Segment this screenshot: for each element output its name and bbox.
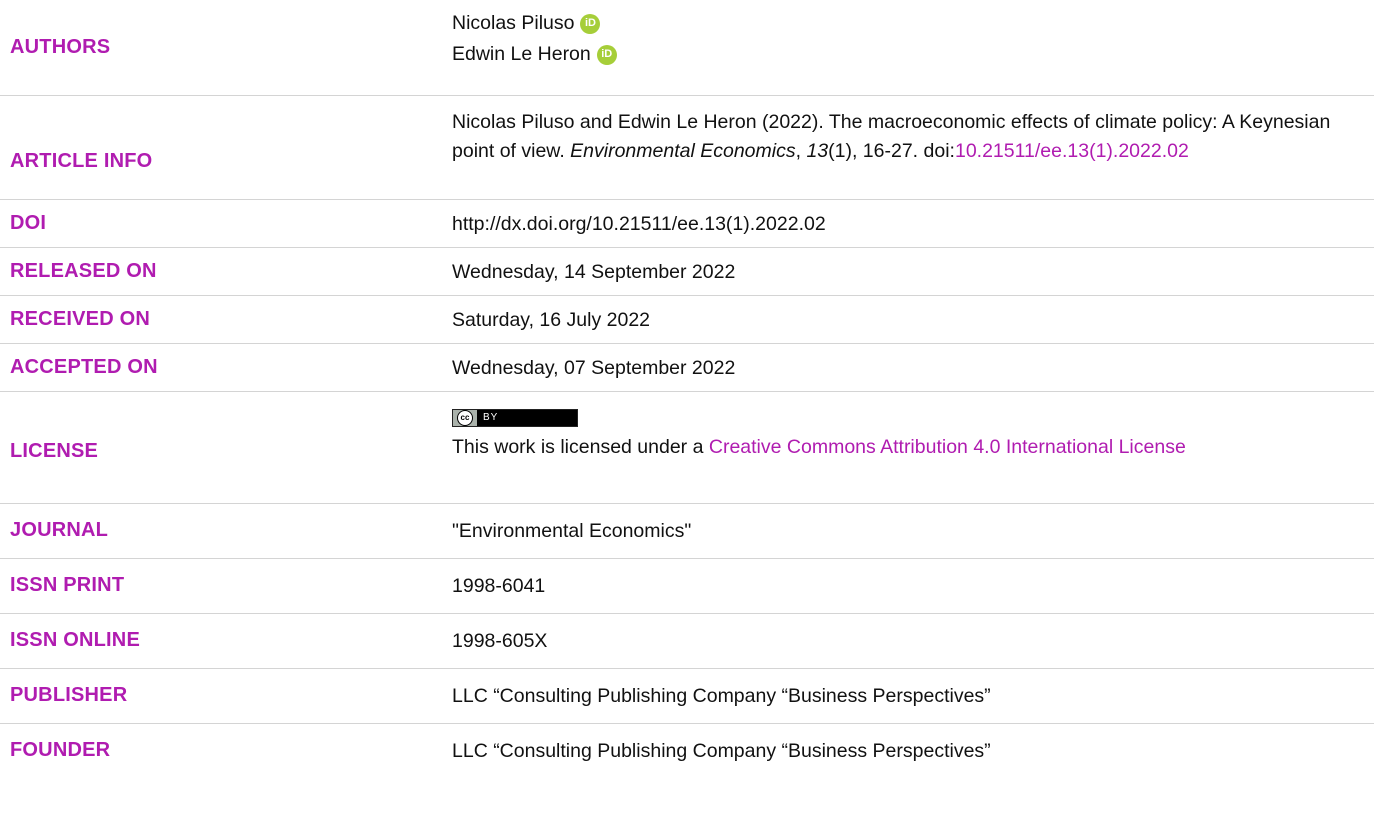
row-label-doi: DOI	[10, 212, 47, 234]
orcid-icon[interactable]: iD	[580, 13, 601, 34]
author-item: Edwin Le Heron iD	[452, 39, 1354, 70]
row-article-info: ARTICLE INFO Nicolas Piluso and Edwin Le…	[0, 96, 1374, 200]
issn-online-value: 1998-605X	[452, 630, 548, 652]
row-issn-print: ISSN PRINT 1998-6041	[0, 559, 1374, 614]
row-label-publisher: PUBLISHER	[10, 684, 128, 706]
doi-value[interactable]: http://dx.doi.org/10.21511/ee.13(1).2022…	[452, 210, 1354, 239]
received-on-value: Saturday, 16 July 2022	[452, 309, 651, 331]
license-info: cc BY This work is licensed under a Crea…	[452, 400, 1354, 462]
publisher-value: LLC “Consulting Publishing Company “Busi…	[452, 685, 991, 707]
row-label-issn-online: ISSN ONLINE	[10, 629, 140, 651]
row-label-issn-print: ISSN PRINT	[10, 574, 125, 596]
license-text-prefix: This work is licensed under a	[452, 436, 709, 458]
row-received-on: RECEIVED ON Saturday, 16 July 2022	[0, 296, 1374, 344]
released-on-value: Wednesday, 14 September 2022	[452, 261, 736, 283]
row-label-received-on: RECEIVED ON	[10, 308, 151, 330]
row-label-released-on: RELEASED ON	[10, 260, 157, 282]
cc-badge-by-label: BY	[483, 412, 499, 423]
author-name[interactable]: Edwin Le Heron	[452, 40, 591, 69]
row-label-license: LICENSE	[10, 440, 99, 462]
citation-separator: ,	[795, 140, 807, 162]
row-doi: DOI http://dx.doi.org/10.21511/ee.13(1).…	[0, 200, 1374, 248]
accepted-on-value: Wednesday, 07 September 2022	[452, 357, 736, 379]
row-founder: FOUNDER LLC “Consulting Publishing Compa…	[0, 724, 1374, 779]
author-name[interactable]: Nicolas Piluso	[452, 9, 574, 38]
license-link[interactable]: Creative Commons Attribution 4.0 Interna…	[709, 436, 1186, 458]
row-publisher: PUBLISHER LLC “Consulting Publishing Com…	[0, 669, 1374, 724]
orcid-icon[interactable]: iD	[596, 44, 617, 65]
row-journal: JOURNAL "Environmental Economics"	[0, 504, 1374, 559]
row-authors: AUTHORS Nicolas Piluso iD Edwin Le Heron…	[0, 0, 1374, 96]
citation-doi-link[interactable]: 10.21511/ee.13(1).2022.02	[955, 140, 1189, 162]
row-label-article-info: ARTICLE INFO	[10, 150, 153, 172]
row-issn-online: ISSN ONLINE 1998-605X	[0, 614, 1374, 669]
authors-list: Nicolas Piluso iD Edwin Le Heron iD	[452, 8, 1354, 70]
row-released-on: RELEASED ON Wednesday, 14 September 2022	[0, 248, 1374, 296]
row-label-founder: FOUNDER	[10, 739, 111, 761]
founder-value: LLC “Consulting Publishing Company “Busi…	[452, 740, 991, 762]
row-label-journal: JOURNAL	[10, 519, 109, 541]
issn-print-value: 1998-6041	[452, 575, 546, 597]
license-text: This work is licensed under a Creative C…	[452, 433, 1354, 462]
citation-journal: Environmental Economics	[570, 140, 796, 162]
citation-volume: 13	[806, 140, 829, 162]
row-label-accepted-on: ACCEPTED ON	[10, 356, 158, 378]
journal-value: "Environmental Economics"	[452, 520, 692, 542]
author-item: Nicolas Piluso iD	[452, 8, 1354, 39]
cc-badge-left: cc	[453, 409, 477, 426]
cc-by-badge-icon[interactable]: cc BY	[452, 408, 578, 427]
article-metadata-table: AUTHORS Nicolas Piluso iD Edwin Le Heron…	[0, 0, 1374, 836]
article-citation: Nicolas Piluso and Edwin Le Heron (2022)…	[452, 108, 1354, 166]
row-license: LICENSE cc BY This work is licensed unde…	[0, 392, 1374, 504]
citation-issue-pages: (1), 16-27. doi:	[828, 140, 955, 162]
row-label-authors: AUTHORS	[10, 36, 111, 58]
row-accepted-on: ACCEPTED ON Wednesday, 07 September 2022	[0, 344, 1374, 392]
cc-logo-icon: cc	[457, 409, 473, 426]
